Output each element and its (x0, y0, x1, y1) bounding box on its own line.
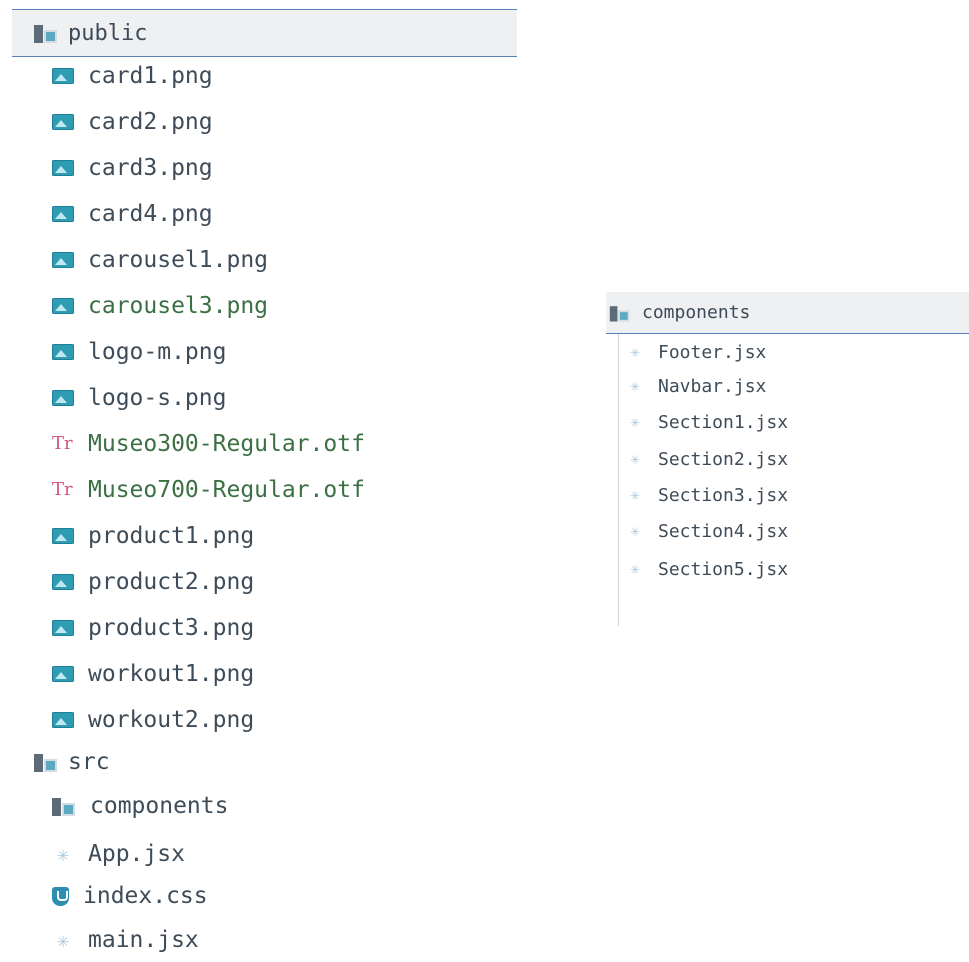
image-icon (52, 666, 74, 682)
file-label: carousel3.png (88, 293, 269, 319)
folder-label: src (68, 749, 110, 775)
file-item[interactable]: carousel3.png (52, 284, 268, 328)
react-icon: ✳ (630, 559, 640, 578)
image-icon (52, 68, 74, 84)
folder-components[interactable]: components (52, 784, 228, 828)
react-icon: ✳ (630, 376, 640, 395)
file-item[interactable]: card2.png (52, 100, 213, 144)
file-item[interactable]: card3.png (52, 146, 213, 190)
image-icon (52, 252, 74, 268)
image-icon (52, 206, 74, 222)
file-item[interactable]: product2.png (52, 560, 254, 604)
file-item[interactable]: logo-m.png (52, 330, 226, 374)
image-icon (52, 114, 74, 130)
folder-icon (34, 752, 58, 772)
folder-components-header[interactable]: components (606, 292, 969, 334)
folder-icon (52, 796, 76, 816)
indent-guide (618, 334, 619, 626)
file-item[interactable]: ✳ Section5.jsx (626, 552, 788, 586)
file-item[interactable]: ✳ App.jsx (52, 832, 185, 876)
file-item[interactable]: Tr Museo300-Regular.otf (52, 422, 365, 466)
image-icon (52, 712, 74, 728)
react-icon: ✳ (630, 485, 640, 504)
file-label: card2.png (88, 109, 213, 135)
file-label: card4.png (88, 201, 213, 227)
image-icon (52, 528, 74, 544)
folder-label: components (642, 302, 751, 323)
file-label: Section2.jsx (658, 448, 789, 470)
folder-icon (34, 23, 58, 43)
image-icon (52, 160, 74, 176)
file-label: Museo300-Regular.otf (88, 431, 365, 457)
file-label: product1.png (88, 523, 255, 549)
file-label: index.css (83, 883, 208, 909)
file-item[interactable]: ✳ Navbar.jsx (626, 369, 766, 403)
react-icon: ✳ (630, 342, 640, 361)
folder-public[interactable]: public (12, 9, 517, 57)
file-label: product2.png (88, 569, 255, 595)
file-item[interactable]: carousel1.png (52, 238, 268, 282)
react-icon: ✳ (630, 412, 640, 431)
folder-icon (609, 304, 630, 321)
file-item[interactable]: card1.png (52, 54, 213, 98)
font-icon: Tr (52, 479, 73, 500)
react-icon: ✳ (630, 521, 640, 540)
image-icon (52, 344, 74, 360)
font-icon: Tr (52, 433, 73, 454)
file-label: card1.png (88, 63, 213, 89)
file-label: workout1.png (88, 661, 255, 687)
file-label: Museo700-Regular.otf (88, 477, 365, 503)
file-item[interactable]: workout1.png (52, 652, 254, 696)
file-label: logo-s.png (88, 385, 227, 411)
file-item[interactable]: Tr Museo700-Regular.otf (52, 468, 365, 512)
file-item[interactable]: ✳ main.jsx (52, 918, 199, 962)
file-item[interactable]: workout2.png (52, 698, 254, 742)
file-item[interactable]: product1.png (52, 514, 254, 558)
file-item[interactable]: product3.png (52, 606, 254, 650)
file-label: main.jsx (88, 927, 199, 953)
file-label: card3.png (88, 155, 213, 181)
css-icon (52, 886, 69, 906)
folder-label: components (90, 793, 229, 819)
file-item[interactable]: index.css (52, 874, 208, 918)
file-label: carousel1.png (88, 247, 269, 273)
file-item[interactable]: ✳ Section1.jsx (626, 405, 788, 439)
react-icon: ✳ (56, 928, 70, 952)
image-icon (52, 298, 74, 314)
image-icon (52, 390, 74, 406)
file-label: Section4.jsx (658, 520, 789, 542)
file-item[interactable]: ✳ Footer.jsx (626, 335, 766, 369)
react-icon: ✳ (630, 449, 640, 468)
file-item[interactable]: card4.png (52, 192, 213, 236)
file-label: Footer.jsx (658, 341, 767, 363)
file-label: workout2.png (88, 707, 255, 733)
folder-src[interactable]: src (34, 740, 110, 784)
file-label: Section1.jsx (658, 411, 789, 433)
image-icon (52, 620, 74, 636)
file-item[interactable]: ✳ Section2.jsx (626, 442, 788, 476)
file-label: Section5.jsx (658, 558, 789, 580)
folder-label: public (68, 20, 148, 46)
image-icon (52, 574, 74, 590)
file-item[interactable]: logo-s.png (52, 376, 226, 420)
file-item[interactable]: ✳ Section4.jsx (626, 514, 788, 548)
file-label: Navbar.jsx (658, 375, 767, 397)
file-label: Section3.jsx (658, 484, 789, 506)
react-icon: ✳ (56, 842, 70, 866)
file-item[interactable]: ✳ Section3.jsx (626, 478, 788, 512)
file-label: App.jsx (88, 841, 185, 867)
file-label: product3.png (88, 615, 255, 641)
file-label: logo-m.png (88, 339, 227, 365)
